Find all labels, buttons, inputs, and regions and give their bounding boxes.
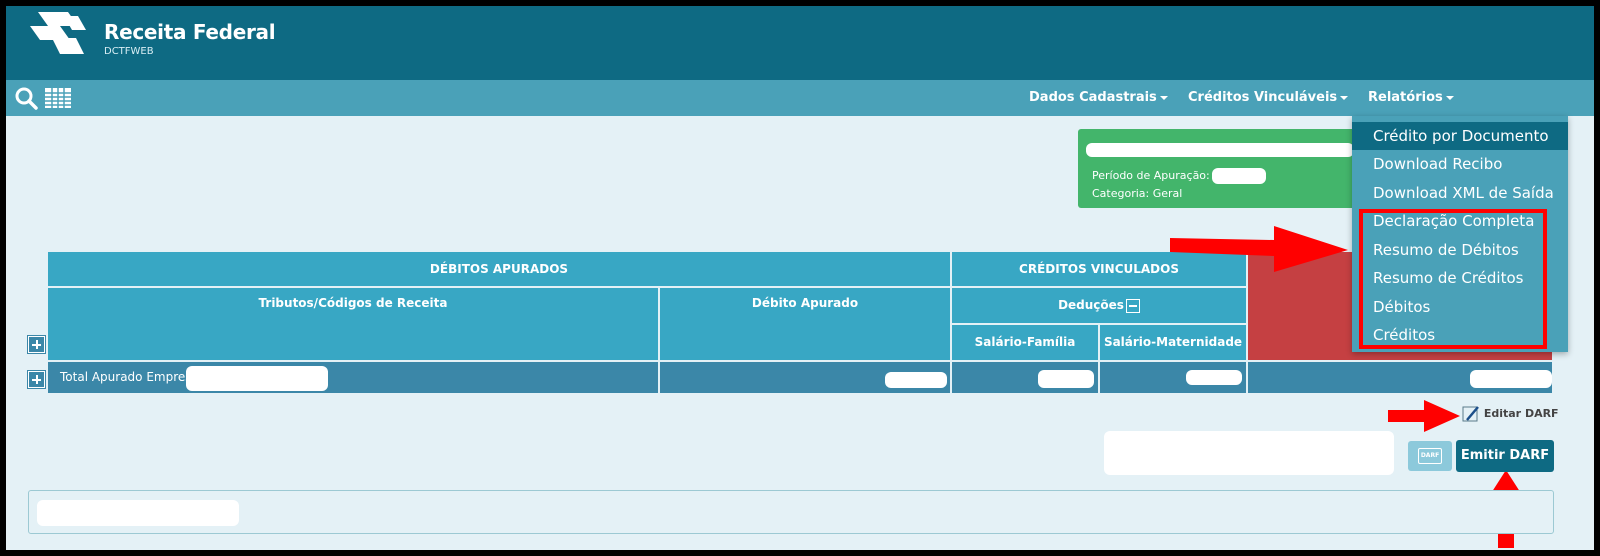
caret-down-icon <box>1445 95 1454 100</box>
pencil-edit-icon <box>1462 406 1479 422</box>
nav-dados-cadastrais[interactable]: Dados Cadastrais <box>1029 80 1168 116</box>
annotation-arrow-right-icon <box>1388 400 1460 432</box>
redacted-field <box>1470 370 1552 388</box>
darf-icon-button[interactable]: DARF <box>1408 441 1452 471</box>
redacted-field <box>37 500 239 526</box>
redacted-field <box>1104 431 1394 475</box>
collapse-minus-icon[interactable] <box>1125 298 1140 313</box>
navbar: Dados Cadastrais Créditos Vinculáveis Re… <box>6 80 1594 116</box>
table-grid-icon[interactable] <box>44 87 72 109</box>
editar-darf-label: Editar DARF <box>1483 407 1559 420</box>
total-row-label-cell: Total Apurado Empresa <box>48 362 660 395</box>
receita-federal-logo-icon <box>30 12 86 54</box>
header-tributos: Tributos/Códigos de Receita <box>48 288 660 362</box>
header-deducoes-label: Deduções <box>1058 298 1124 312</box>
header-salario-familia: Salário-Família <box>952 325 1100 362</box>
darf-document-icon: DARF <box>1418 448 1442 464</box>
bottom-panel <box>28 490 1554 534</box>
header-debito-apurado: Débito Apurado <box>660 288 952 362</box>
nav-relatorios[interactable]: Relatórios <box>1368 80 1454 116</box>
nav-creditos-vinculaveis-label: Créditos Vinculáveis <box>1188 90 1338 105</box>
brand-subtitle: DCTFWEB <box>104 46 154 57</box>
menu-credito-por-documento[interactable]: Crédito por Documento <box>1352 122 1568 150</box>
brand-title: Receita Federal <box>104 20 276 44</box>
caret-down-icon <box>1340 95 1349 100</box>
menu-download-xml-saida[interactable]: Download XML de Saída <box>1352 179 1568 207</box>
redacted-field <box>885 372 947 388</box>
header-deducoes: Deduções <box>952 288 1248 325</box>
nav-relatorios-label: Relatórios <box>1368 90 1443 105</box>
expand-plus-icon[interactable] <box>27 370 46 389</box>
annotation-highlight-box <box>1359 209 1547 349</box>
redacted-field <box>1038 370 1094 388</box>
redacted-field <box>1086 143 1354 157</box>
nav-dados-cadastrais-label: Dados Cadastrais <box>1029 90 1157 105</box>
categoria-label: Categoria: Geral <box>1092 187 1183 200</box>
nav-creditos-vinculaveis[interactable]: Créditos Vinculáveis <box>1188 80 1349 116</box>
menu-download-recibo[interactable]: Download Recibo <box>1352 150 1568 178</box>
annotation-arrow-right-icon <box>1170 226 1348 272</box>
redacted-field <box>1186 370 1242 385</box>
search-icon[interactable] <box>14 86 38 110</box>
declaration-info-box: Período de Apuração: Categoria: Geral <box>1078 129 1378 208</box>
redacted-field <box>186 366 328 391</box>
periodo-apuracao-label: Período de Apuração: <box>1092 169 1210 182</box>
redacted-field <box>1212 168 1266 184</box>
expand-plus-icon[interactable] <box>27 335 46 354</box>
total-row-label: Total Apurado Empresa <box>60 370 199 384</box>
header-debitos-apurados: DÉBITOS APURADOS <box>48 252 952 288</box>
header: Receita Federal DCTFWEB <box>6 6 1594 80</box>
app-window: Receita Federal DCTFWEB Dados Cadastrais <box>6 6 1594 550</box>
editar-darf-link[interactable]: Editar DARF <box>1462 404 1559 424</box>
caret-down-icon <box>1159 95 1168 100</box>
header-salario-maternidade: Salário-Maternidade <box>1100 325 1248 362</box>
emitir-darf-button[interactable]: Emitir DARF <box>1456 440 1554 472</box>
